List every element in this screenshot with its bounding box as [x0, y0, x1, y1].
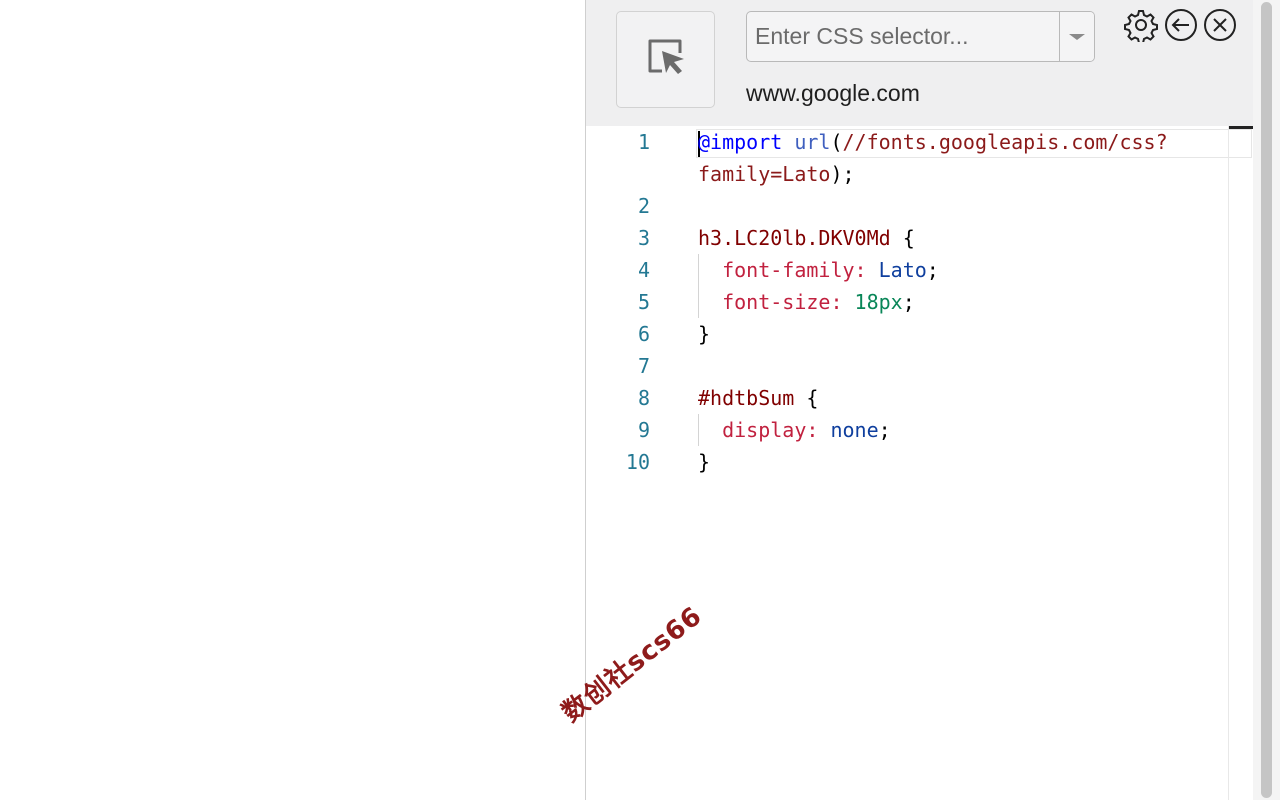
- line-number: 1: [637, 130, 650, 154]
- back-arrow-icon: [1164, 8, 1198, 47]
- close-button[interactable]: [1203, 8, 1237, 47]
- code-token: #hdtbSum: [698, 386, 795, 410]
- code-line[interactable]: 8 #hdtbSum {: [586, 382, 1228, 414]
- chevron-down-icon: [1069, 33, 1085, 40]
- code-line[interactable]: 2: [586, 190, 1228, 222]
- code-text: h3.LC20lb.DKV0Md {: [698, 222, 915, 254]
- element-picker-button[interactable]: [616, 11, 715, 108]
- code-token: (: [830, 130, 843, 154]
- panel-header: www.google.com: [586, 0, 1254, 126]
- code-token: @import: [698, 130, 783, 154]
- code-token: ;: [878, 418, 891, 442]
- code-text: }: [698, 318, 710, 350]
- code-token: ;: [926, 258, 939, 282]
- code-token: {: [890, 226, 915, 250]
- line-number: 4: [637, 258, 650, 282]
- overview-ruler-marker: [1229, 126, 1253, 129]
- indent-guide: [698, 414, 699, 446]
- scrollbar-thumb[interactable]: [1261, 2, 1272, 798]
- code-text: font-size: 18px;: [698, 286, 915, 318]
- code-token: }: [698, 322, 711, 346]
- css-selector-input[interactable]: [747, 12, 1059, 61]
- indent-guide: [698, 254, 699, 318]
- code-line[interactable]: 7: [586, 350, 1228, 382]
- line-number: 2: [637, 194, 650, 218]
- cursor-select-icon: [642, 33, 690, 86]
- line-number: 6: [637, 322, 650, 346]
- line-number: 10: [625, 450, 650, 474]
- gear-icon: [1124, 8, 1158, 47]
- line-number: 5: [637, 290, 650, 314]
- code-token: font-size:: [698, 290, 843, 314]
- back-button[interactable]: [1164, 8, 1198, 47]
- code-text: font-family: Lato;: [698, 254, 939, 286]
- page-content-area: [0, 0, 585, 800]
- code-line[interactable]: 5 font-size: 18px;: [586, 286, 1228, 318]
- code-line[interactable]: family=Lato);: [586, 158, 1228, 190]
- code-token: );: [830, 162, 855, 186]
- code-text: }: [698, 446, 710, 478]
- code-token: {: [794, 386, 819, 410]
- line-number: 7: [637, 354, 650, 378]
- selector-dropdown-button[interactable]: [1059, 12, 1094, 61]
- code-text: #hdtbSum {: [698, 382, 818, 414]
- code-token: h3.LC20lb.DKV0Md: [698, 226, 891, 250]
- code-editor[interactable]: 1 @import url(//fonts.googleapis.com/css?…: [586, 126, 1254, 800]
- code-text: @import url(//fonts.googleapis.com/css?: [698, 126, 1168, 158]
- page-scrollbar[interactable]: [1253, 0, 1280, 800]
- line-number: 8: [637, 386, 650, 410]
- code-text: family=Lato);: [698, 158, 855, 190]
- code-line[interactable]: 4 font-family: Lato;: [586, 254, 1228, 286]
- editor-right-border: [1228, 126, 1229, 800]
- code-line[interactable]: 10}: [586, 446, 1228, 478]
- code-token: }: [698, 450, 711, 474]
- settings-button[interactable]: [1124, 8, 1158, 47]
- code-token: url: [794, 130, 831, 154]
- code-line[interactable]: 1 @import url(//fonts.googleapis.com/css?: [586, 126, 1228, 158]
- code-token: 18px: [854, 290, 903, 314]
- line-number: 9: [637, 418, 650, 442]
- close-icon: [1203, 8, 1237, 47]
- css-editor-panel: www.google.com: [585, 0, 1254, 800]
- code-line[interactable]: 6}: [586, 318, 1228, 350]
- code-token: family=Lato: [698, 162, 831, 186]
- css-selector-combobox[interactable]: [746, 11, 1095, 62]
- code-token: Lato: [878, 258, 927, 282]
- domain-label: www.google.com: [746, 80, 920, 106]
- code-token: none: [830, 418, 879, 442]
- code-token: ;: [902, 290, 915, 314]
- line-number: 3: [637, 226, 650, 250]
- code-line[interactable]: 3 h3.LC20lb.DKV0Md {: [586, 222, 1228, 254]
- code-token: font-family:: [698, 258, 867, 282]
- code-line[interactable]: 9 display: none;: [586, 414, 1228, 446]
- code-text: display: none;: [698, 414, 891, 446]
- code-token: //fonts.googleapis.com/css?: [842, 130, 1168, 154]
- code-token: display:: [698, 418, 819, 442]
